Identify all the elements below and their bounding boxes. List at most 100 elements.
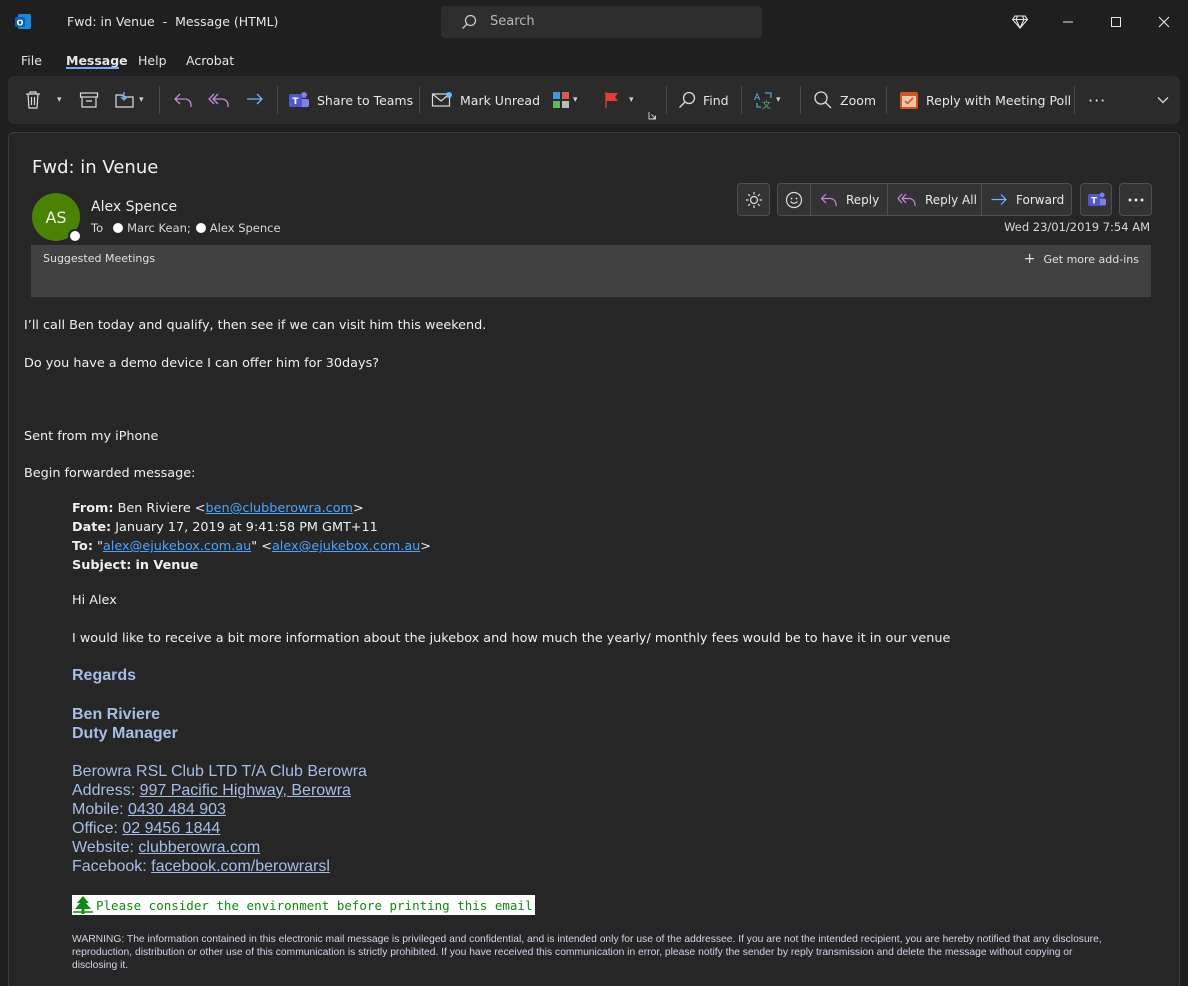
get-more-addins-button[interactable]: + Get more add-ins [1024,251,1139,267]
reply-icon [174,93,192,107]
archive-button[interactable] [79,76,99,124]
search-input[interactable]: Search [441,6,762,38]
more-icon [1128,198,1144,202]
address-label: Address: [72,782,140,799]
minimize-button[interactable] [1048,6,1088,38]
recipients-line: To Marc Kean; Alex Spence [91,221,281,235]
chevron-down-icon: ▾ [57,95,62,105]
body-line: Sent from my iPhone [24,429,159,444]
tab-file[interactable]: File [21,53,42,68]
reply-button[interactable] [173,76,193,124]
eco-note: Please consider the environment before p… [96,897,533,913]
categorize-button[interactable]: ▾ [552,76,578,124]
zoom-button[interactable]: Zoom [813,76,876,124]
close-button[interactable] [1144,6,1184,38]
signature-address: Address: 997 Pacific Highway, Berowra [72,782,351,800]
delete-dropdown[interactable]: ▾ [54,76,62,124]
tab-acrobat[interactable]: Acrobat [186,53,234,68]
archive-icon [79,92,99,108]
suggested-meetings-label[interactable]: Suggested Meetings [43,252,155,265]
subject-value: in Venue [135,558,199,573]
more-commands-button[interactable]: ··· [1088,76,1106,124]
forwarded-from: From: Ben Riviere <ben@clubberowra.com> [72,501,364,516]
office-label: Office: [72,820,123,837]
flag-button[interactable]: ▾ [604,76,634,124]
share-to-teams-button[interactable]: T Share to Teams [288,76,413,124]
emoji-reaction-button[interactable] [778,184,810,215]
ribbon-divider [800,86,801,114]
more-actions-button[interactable] [1119,183,1152,216]
reply-action-button[interactable]: Reply [820,184,879,215]
facebook-label: Facebook: [72,858,152,875]
office-link[interactable]: 02 9456 1844 [122,820,220,837]
ribbon-divider [277,86,278,114]
recipient[interactable]: Alex Spence [210,221,281,235]
eco-banner: Please consider the environment before p… [72,895,535,915]
more-icon: ··· [1088,90,1107,110]
bracket: > [353,501,364,516]
message-actions-group: Reply Reply All Forward [777,183,1072,216]
presence-indicator [68,229,82,243]
trash-icon [26,91,40,109]
reply-label: Reply [846,192,880,207]
delete-button[interactable] [24,76,42,124]
sun-icon [746,192,762,208]
mobile-link[interactable]: 0430 484 903 [128,801,226,818]
svg-text:T: T [292,97,299,107]
recipient[interactable]: Marc Kean; [127,221,191,235]
meeting-poll-icon [900,92,918,109]
move-button[interactable]: ▾ [114,76,144,124]
signature-name: Ben Riviere [72,706,161,723]
bracket: > [420,539,432,554]
to-email-link[interactable]: alex@ejukebox.com.au [272,539,420,554]
theme-toggle-button[interactable] [737,183,770,216]
facebook-link[interactable]: facebook.com/berowrarsl [151,858,330,875]
ribbon-expand-button[interactable] [1157,76,1169,124]
teams-icon: T [1088,192,1106,207]
forwarded-greeting: Hi Alex [72,593,117,608]
signature-org: Berowra RSL Club LTD T/A Club Berowra [72,763,367,780]
sender-name[interactable]: Alex Spence [91,199,177,215]
divider [810,184,811,215]
svg-text:A: A [754,93,761,103]
diamond-button[interactable] [1000,6,1040,38]
date-label: Date: [72,520,112,535]
chevron-down-icon [1157,97,1169,104]
avatar-initials: AS [45,207,67,227]
address-link[interactable]: 997 Pacific Highway, Berowra [140,782,351,799]
to-email-link[interactable]: alex@ejukebox.com.au [103,539,251,554]
teams-chat-button[interactable]: T [1080,183,1112,216]
chevron-down-icon: ▾ [139,95,144,105]
mobile-label: Mobile: [72,801,129,818]
from-name: Ben Riviere < [117,501,206,516]
reply-all-label: Reply All [925,192,977,207]
forward-action-button[interactable]: Forward [990,184,1064,215]
website-link[interactable]: clubberowra.com [138,839,260,856]
maximize-button[interactable] [1096,6,1136,38]
from-email-link[interactable]: ben@clubberowra.com [206,501,354,516]
get-more-addins-label: Get more add-ins [1043,252,1139,266]
minimize-icon [1063,21,1073,23]
reply-all-action-button[interactable]: Reply All [897,184,977,215]
signature-facebook: Facebook: facebook.com/berowrarsl [72,858,330,876]
tab-message[interactable]: Message [66,53,128,68]
divider [981,184,982,215]
share-to-teams-label: Share to Teams [317,92,414,108]
legal-warning: WARNING: The information contained in th… [72,934,1102,971]
reply-meeting-poll-button[interactable]: Reply with Meeting Poll [899,76,1071,124]
window-title: Fwd: in Venue - Message (HTML) [67,14,279,29]
translate-button[interactable]: A 文 ▾ [753,76,781,124]
forward-button[interactable] [245,76,265,124]
envelope-icon [431,92,452,107]
reply-all-button[interactable] [208,76,230,124]
quote: " < [251,539,272,554]
tags-dialog-launcher[interactable] [648,76,657,124]
signature-website: Website: clubberowra.com [72,839,260,857]
message-subject: Fwd: in Venue [32,157,159,178]
tab-help[interactable]: Help [138,53,167,68]
translate-icon: A 文 [754,92,772,109]
find-button[interactable]: Find [678,76,729,124]
mark-unread-button[interactable]: Mark Unread [431,76,540,124]
chevron-down-icon: ▾ [629,95,634,105]
presence-dot [113,223,124,233]
